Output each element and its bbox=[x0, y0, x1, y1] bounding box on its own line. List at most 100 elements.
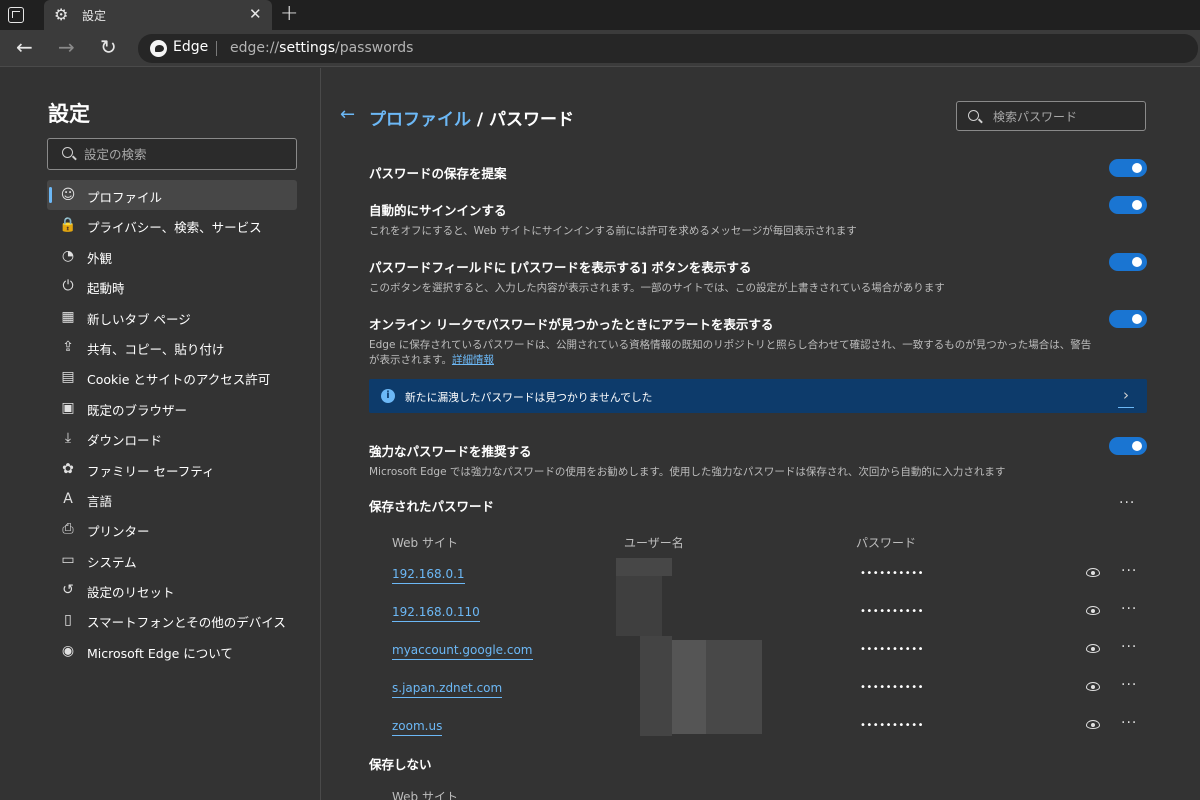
masked-password: •••••••••• bbox=[860, 644, 924, 655]
close-icon[interactable]: ✕ bbox=[249, 5, 262, 23]
masked-password: •••••••••• bbox=[860, 568, 924, 579]
table-row: zoom.us •••••••••• ··· bbox=[369, 712, 1147, 750]
address-url[interactable]: edge://settings/passwords bbox=[230, 40, 413, 56]
settings-search-box[interactable] bbox=[47, 138, 297, 170]
sidebar-item[interactable]: ✿ ファミリー セーフティ bbox=[47, 454, 297, 484]
reveal-button-toggle[interactable] bbox=[1109, 253, 1147, 271]
sidebar-item[interactable]: ▭ システム bbox=[47, 545, 297, 575]
password-search-box[interactable] bbox=[956, 101, 1146, 131]
sidebar-item-label: 共有、コピー、貼り付け bbox=[87, 341, 225, 357]
lock-icon: 🔒 bbox=[59, 217, 77, 234]
offer-save-toggle[interactable] bbox=[1109, 159, 1147, 177]
sidebar-item[interactable]: ↺ 設定のリセット bbox=[47, 575, 297, 605]
sidebar-item[interactable]: ⎙ プリンター bbox=[47, 514, 297, 544]
setting-title: オンライン リークでパスワードが見つかったときにアラートを表示する bbox=[369, 317, 774, 332]
system-icon: ▭ bbox=[61, 551, 75, 568]
sidebar-item[interactable]: ◔ 外観 bbox=[47, 241, 297, 271]
breadcrumb-profile-link[interactable]: プロファイル bbox=[369, 110, 471, 130]
eye-icon[interactable] bbox=[1086, 644, 1100, 653]
leak-status-text: 新たに漏洩したパスワードは見つかりませんでした bbox=[405, 391, 653, 404]
more-options-icon[interactable]: ··· bbox=[1121, 716, 1137, 730]
more-options-icon[interactable]: ··· bbox=[1121, 678, 1137, 692]
passwords-page: ← プロファイル / パスワード パスワードの保存を提案 自動的にサインインする… bbox=[322, 68, 1200, 800]
sidebar-item-label: 既定のブラウザー bbox=[87, 402, 188, 418]
phone-icon: ▯ bbox=[64, 612, 72, 629]
address-bar[interactable]: Edge edge://settings/passwords bbox=[138, 34, 1198, 63]
navigation-bar: ← → ↻ Edge edge://settings/passwords bbox=[0, 30, 1200, 67]
site-link[interactable]: 192.168.0.1 bbox=[392, 567, 465, 584]
palette-icon: ◔ bbox=[61, 247, 75, 264]
sidebar-item[interactable]: ▦ 新しいタブ ページ bbox=[47, 302, 297, 332]
setting-offer-save: パスワードの保存を提案 bbox=[369, 159, 1147, 182]
tab-strip: ⚙ 設定 ✕ + bbox=[0, 0, 1200, 30]
column-header-password: パスワード bbox=[856, 536, 917, 550]
forward-arrow-icon[interactable]: → bbox=[58, 36, 75, 58]
settings-search-input[interactable] bbox=[84, 143, 284, 165]
more-options-icon[interactable]: ··· bbox=[1121, 602, 1137, 616]
saved-passwords-heading: 保存されたパスワード bbox=[369, 499, 495, 514]
table-row: 192.168.0.110 •••••••••• ··· bbox=[369, 598, 1147, 636]
column-header-never-saved-site: Web サイト bbox=[392, 790, 458, 800]
table-row: s.japan.zdnet.com •••••••••• ··· bbox=[369, 674, 1147, 712]
sidebar-item-label: 言語 bbox=[87, 493, 113, 509]
profile-icon: ☺ bbox=[60, 187, 76, 203]
sidebar-item[interactable]: ◉ Microsoft Edge について bbox=[47, 636, 297, 666]
leak-status-banner[interactable]: i 新たに漏洩したパスワードは見つかりませんでした › bbox=[369, 379, 1147, 413]
setting-title: パスワードの保存を提案 bbox=[369, 166, 507, 181]
sidebar-item-label: ダウンロード bbox=[87, 433, 163, 449]
leak-alert-toggle[interactable] bbox=[1109, 310, 1147, 328]
sidebar-item[interactable]: ▯ スマートフォンとその他のデバイス bbox=[47, 605, 297, 635]
edge-label: Edge bbox=[173, 39, 209, 55]
setting-title: パスワードフィールドに [パスワードを表示する] ボタンを表示する bbox=[369, 260, 752, 275]
site-link[interactable]: zoom.us bbox=[392, 719, 443, 736]
edge-logo-icon bbox=[150, 40, 167, 57]
back-arrow-icon[interactable]: ← bbox=[16, 36, 33, 58]
setting-title: 強力なパスワードを推奨する bbox=[369, 444, 532, 459]
chevron-right-icon[interactable]: › bbox=[1118, 386, 1134, 408]
auto-signin-toggle[interactable] bbox=[1109, 196, 1147, 214]
info-icon: i bbox=[381, 389, 395, 403]
back-arrow-icon[interactable]: ← bbox=[340, 105, 355, 125]
masked-password: •••••••••• bbox=[860, 682, 924, 693]
never-saved-heading: 保存しない bbox=[369, 757, 432, 772]
refresh-icon[interactable]: ↻ bbox=[100, 36, 117, 58]
strong-password-toggle[interactable] bbox=[1109, 437, 1147, 455]
sidebar-item-label: Cookie とサイトのアクセス許可 bbox=[87, 372, 271, 388]
eye-icon[interactable] bbox=[1086, 606, 1100, 615]
sidebar-item-label: スマートフォンとその他のデバイス bbox=[87, 615, 286, 631]
setting-strong-password: 強力なパスワードを推奨する Microsoft Edge では強力なパスワードの… bbox=[369, 437, 1147, 480]
reset-icon: ↺ bbox=[62, 582, 74, 599]
masked-password: •••••••••• bbox=[860, 606, 924, 617]
site-link[interactable]: s.japan.zdnet.com bbox=[392, 681, 503, 698]
sidebar-item-label: プリンター bbox=[87, 524, 150, 540]
site-link[interactable]: myaccount.google.com bbox=[392, 643, 533, 660]
sidebar-item[interactable]: ⇪ 共有、コピー、貼り付け bbox=[47, 332, 297, 362]
sidebar-item[interactable]: 🔒 プライバシー、検索、サービス bbox=[47, 210, 297, 240]
sidebar-nav: ☺ プロファイル 🔒 プライバシー、検索、サービス ◔ 外観 ⏻ 起動時 ▦ 新しいタブ ページ ⇪… bbox=[47, 180, 297, 666]
eye-icon[interactable] bbox=[1086, 720, 1100, 729]
sidebar-item[interactable]: ☺ プロファイル bbox=[47, 180, 297, 211]
password-search-input[interactable] bbox=[993, 106, 1138, 127]
tab-actions-icon[interactable] bbox=[8, 7, 24, 23]
more-options-icon[interactable]: ··· bbox=[1119, 496, 1135, 510]
table-row: myaccount.google.com •••••••••• ··· bbox=[369, 636, 1147, 674]
search-icon bbox=[62, 147, 73, 158]
breadcrumb: プロファイル / パスワード bbox=[369, 105, 574, 130]
eye-icon[interactable] bbox=[1086, 568, 1100, 577]
sidebar-item[interactable]: ▤ Cookie とサイトのアクセス許可 bbox=[47, 362, 297, 392]
more-options-icon[interactable]: ··· bbox=[1121, 640, 1137, 654]
column-header-site: Web サイト bbox=[392, 536, 458, 550]
setting-description: これをオフにすると、Web サイトにサインインする前には許可を求めるメッセージが… bbox=[369, 225, 857, 237]
learn-more-link[interactable]: 詳細情報 bbox=[452, 354, 494, 366]
eye-icon[interactable] bbox=[1086, 682, 1100, 691]
sidebar-item[interactable]: ⤓ ダウンロード bbox=[47, 423, 297, 453]
family-icon: ✿ bbox=[62, 460, 74, 477]
setting-description: このボタンを選択すると、入力した内容が表示されます。一部のサイトでは、この設定が… bbox=[369, 282, 945, 294]
more-options-icon[interactable]: ··· bbox=[1121, 564, 1137, 578]
sidebar-item[interactable]: ▣ 既定のブラウザー bbox=[47, 393, 297, 423]
new-tab-icon[interactable]: + bbox=[280, 2, 298, 26]
sidebar-item[interactable]: ⏻ 起動時 bbox=[47, 271, 297, 301]
tab-settings[interactable]: ⚙ 設定 ✕ bbox=[44, 0, 272, 30]
sidebar-item[interactable]: A 言語 bbox=[47, 484, 297, 514]
site-link[interactable]: 192.168.0.110 bbox=[392, 605, 480, 622]
